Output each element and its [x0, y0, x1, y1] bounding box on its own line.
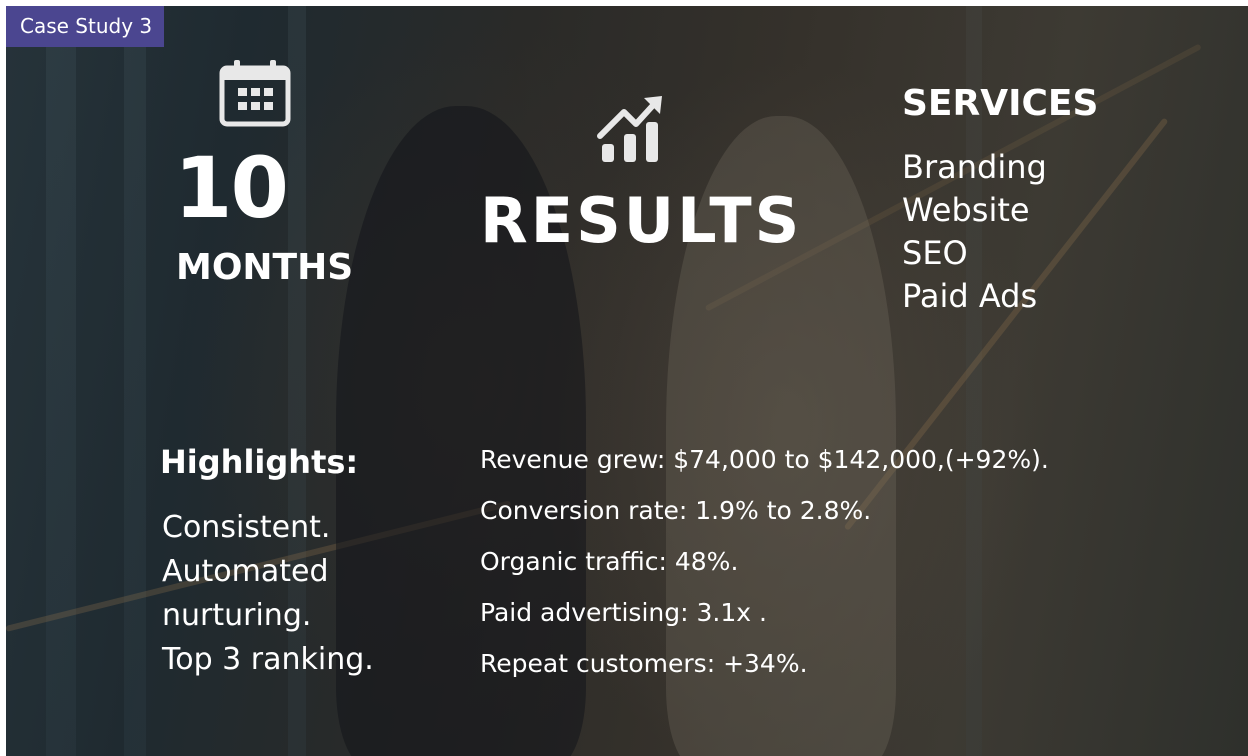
- case-study-badge: Case Study 3: [6, 6, 165, 47]
- highlight-line: Consistent.: [162, 510, 331, 545]
- highlights-heading: Highlights:: [160, 443, 359, 481]
- highlight-line: nurturing.: [162, 598, 312, 633]
- metric-revenue: Revenue grew: $74,000 to $142,000,(+92%)…: [480, 445, 1049, 474]
- duration-number: 10: [174, 139, 289, 237]
- background-window-column: [46, 6, 76, 756]
- metrics-list: Revenue grew: $74,000 to $142,000,(+92%)…: [480, 434, 1049, 689]
- metric-repeat-customers: Repeat customers: +34%.: [480, 649, 808, 678]
- highlight-line: Automated: [162, 554, 329, 589]
- results-title: RESULTS: [480, 184, 803, 257]
- growth-chart-icon: [594, 92, 668, 166]
- highlight-line: Top 3 ranking.: [162, 642, 374, 677]
- highlights-list: Consistent. Automated nurturing. Top 3 r…: [162, 506, 374, 682]
- service-item: Branding: [902, 148, 1047, 186]
- service-item: Website: [902, 191, 1030, 229]
- metric-paid-advertising: Paid advertising: 3.1x .: [480, 598, 767, 627]
- calendar-icon: [218, 58, 292, 132]
- metric-conversion-rate: Conversion rate: 1.9% to 2.8%.: [480, 496, 872, 525]
- background-window-column: [124, 6, 146, 756]
- service-item: Paid Ads: [902, 277, 1038, 315]
- duration-unit: MONTHS: [176, 247, 354, 288]
- case-study-slide: Case Study 3 10 MONTHS RESULTS SERVICES …: [6, 6, 1248, 756]
- services-heading: SERVICES: [902, 83, 1099, 124]
- service-item: SEO: [902, 234, 968, 272]
- services-list: Branding Website SEO Paid Ads: [902, 146, 1047, 318]
- metric-organic-traffic: Organic traffic: 48%.: [480, 547, 739, 576]
